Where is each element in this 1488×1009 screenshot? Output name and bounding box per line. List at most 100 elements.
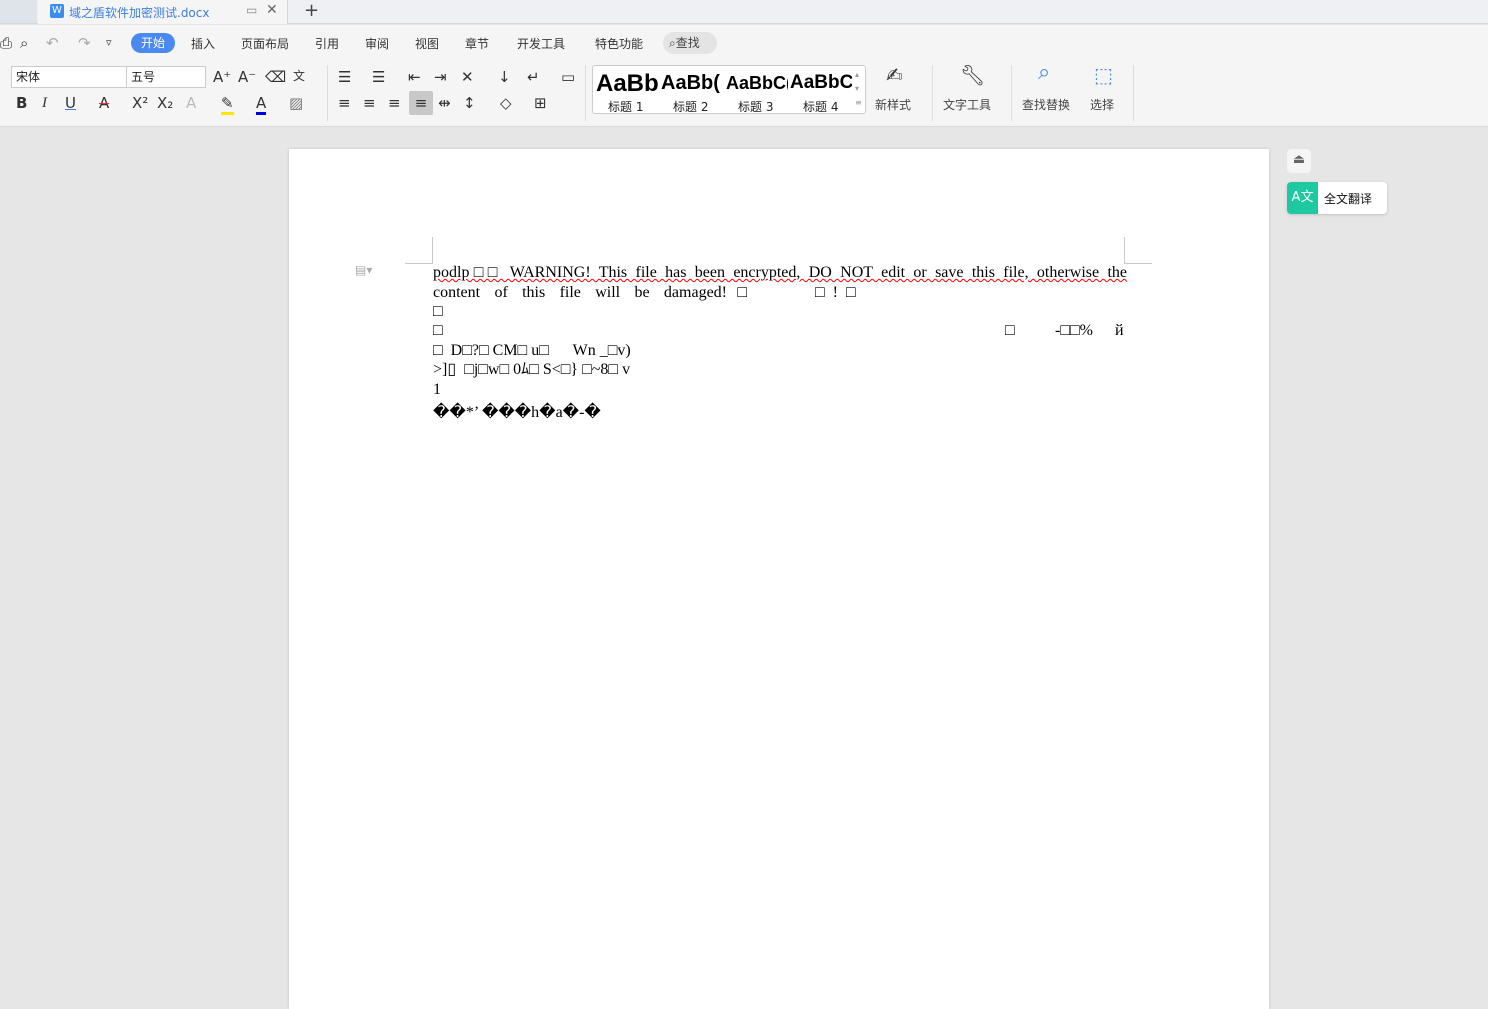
menu-insert[interactable]: 插入 — [191, 35, 215, 52]
redo-icon[interactable]: ↷ — [78, 34, 91, 52]
bold-icon[interactable]: B — [16, 94, 27, 112]
translate-icon: A文 — [1287, 182, 1318, 214]
doc-line-6: >]▯ □j□w□ 0ﾑ□ S<□} □~8□ v — [433, 361, 631, 378]
document-page[interactable]: ▤▾ podlp□□ WARNING! This file has been e… — [289, 149, 1269, 1009]
tab-bar: W 域之盾软件加密测试.docx ▭ ✕ + — [0, 0, 1488, 24]
tab-title: 域之盾软件加密测试.docx — [69, 6, 210, 20]
shrink-font-icon[interactable]: A⁻ — [238, 68, 256, 86]
borders-icon[interactable]: ⊞ — [534, 94, 547, 112]
font-size-select[interactable]: 五号 — [126, 66, 206, 88]
customize-chevron-icon[interactable]: ▿ — [106, 34, 112, 52]
align-left-icon[interactable]: ≡ — [338, 94, 351, 112]
doc-line-1: podlp□□ WARNING! This file has been encr… — [433, 263, 1127, 283]
justify-icon[interactable]: ≡ — [409, 91, 433, 115]
menu-developer[interactable]: 开发工具 — [517, 35, 565, 52]
table-ruler-icon[interactable]: ▭ — [561, 68, 575, 86]
doc-text: podlp□□ WARNING! This file has been encr… — [433, 264, 1127, 281]
find-replace-button[interactable]: 查找替换 — [1022, 96, 1070, 113]
underline-icon[interactable]: U — [65, 94, 76, 112]
menu-features[interactable]: 特色功能 — [595, 35, 643, 52]
doc-line-8: ��*’ ���h�a�-� — [433, 404, 601, 421]
italic-icon[interactable]: I — [42, 94, 47, 112]
select-button[interactable]: 选择 — [1090, 96, 1114, 113]
find-button[interactable]: ⌕查找 — [663, 32, 717, 54]
text-tools-button[interactable]: 文字工具 — [943, 96, 991, 113]
distributed-icon[interactable]: ⇹ — [438, 94, 451, 112]
shading-icon[interactable]: ◇ — [500, 94, 512, 112]
menu-home[interactable]: 开始 — [131, 33, 175, 53]
superscript-icon[interactable]: X² — [132, 94, 148, 112]
char-shading-icon[interactable]: ▨ — [289, 94, 303, 112]
line-spacing-icon[interactable]: ↕ — [463, 94, 476, 112]
align-right-icon[interactable]: ≡ — [388, 94, 401, 112]
wrench-icon[interactable]: 🔧︎ — [960, 65, 985, 85]
style-heading-3-preview[interactable]: AaBbC( — [726, 73, 788, 94]
doc-line-4d: й — [1115, 322, 1124, 339]
style-gallery: AaBb AaBb( AaBbC( AaBbC 标题 1 标题 2 标题 3 标… — [592, 65, 866, 114]
full-translate-button[interactable]: A文 全文翻译 — [1287, 182, 1387, 214]
clear-format-icon[interactable]: ⌫ — [265, 68, 286, 86]
menu-section[interactable]: 章节 — [465, 35, 489, 52]
new-tab-button[interactable]: + — [304, 0, 319, 21]
menu-view[interactable]: 视图 — [415, 35, 439, 52]
word-doc-icon: W — [50, 4, 64, 18]
margin-mark — [405, 237, 433, 264]
doc-line-3: □ — [433, 303, 443, 320]
decrease-indent-icon[interactable]: ⇤ — [408, 68, 421, 86]
select-icon[interactable]: ⬚ — [1094, 65, 1113, 85]
increase-indent-icon[interactable]: ⇥ — [434, 68, 447, 86]
undo-icon[interactable]: ↶ — [46, 34, 59, 52]
doc-line-7: 1 — [433, 381, 441, 398]
grow-font-icon[interactable]: A⁺ — [213, 68, 231, 86]
menu-bar: ⎙ ⌕ ↶ ↷ ▿ 开始 插入 页面布局 引用 审阅 视图 章节 开发工具 特色… — [0, 25, 1488, 61]
style-heading-2-preview[interactable]: AaBb( — [661, 72, 723, 95]
font-name-select[interactable]: 宋体 — [11, 66, 127, 88]
font-color-icon[interactable]: A — [256, 94, 267, 115]
gallery-scroll-icon[interactable]: ▴ ▾ ≡ — [855, 68, 862, 110]
doc-line-4b: □ — [1005, 322, 1015, 339]
doc-line-2: content of this file will be damaged!□ — [433, 284, 747, 301]
new-style-button[interactable]: 新样式 — [875, 96, 911, 113]
menu-page-layout[interactable]: 页面布局 — [241, 35, 289, 52]
divider — [1133, 65, 1134, 121]
pin-icon[interactable]: ▭ — [246, 3, 257, 17]
numbered-list-icon[interactable]: ☰ — [372, 68, 385, 86]
menu-review[interactable]: 审阅 — [365, 35, 389, 52]
style-heading-4-preview[interactable]: AaBbC — [790, 72, 852, 94]
doc-line-5: □ D□?□ CM□ u□ Wn _□v) — [433, 342, 631, 359]
doc-line-2b: □ ! □ — [815, 284, 856, 301]
subscript-icon[interactable]: X₂ — [157, 94, 173, 112]
bullet-list-icon[interactable]: ☰ — [338, 68, 351, 86]
ribbon: 宋体 五号 A⁺ A⁻ ⌫ 文 B I U A X² X₂ A ✎ A ▨ ☰ … — [0, 61, 1488, 127]
divider — [932, 65, 933, 121]
divider — [585, 65, 586, 121]
print-preview-icon[interactable]: ⌕ — [20, 34, 28, 52]
text-effect-icon[interactable]: A — [186, 94, 196, 112]
collapse-panel-icon[interactable]: ⏏ — [1287, 149, 1311, 173]
print-icon[interactable]: ⎙ — [0, 34, 12, 52]
margin-mark — [1124, 237, 1152, 264]
doc-line-4c: -□□% — [1055, 322, 1093, 339]
doc-line-4a: □ — [433, 322, 443, 339]
align-center-icon[interactable]: ≡ — [363, 94, 376, 112]
tab-document[interactable]: W 域之盾软件加密测试.docx ▭ ✕ — [38, 0, 288, 24]
tab-previous[interactable] — [0, 0, 37, 23]
style-heading-4-label[interactable]: 标题 4 — [803, 98, 838, 115]
paragraph-mark-icon[interactable]: ↵ — [527, 68, 540, 86]
chinese-layout-icon[interactable]: ✕ — [461, 68, 474, 86]
style-heading-1-label[interactable]: 标题 1 — [608, 98, 643, 115]
search-icon[interactable]: ⌕ — [1038, 62, 1050, 84]
highlight-icon[interactable]: ✎ — [221, 94, 234, 115]
sort-icon[interactable]: ↓ — [498, 68, 511, 86]
menu-references[interactable]: 引用 — [315, 35, 339, 52]
style-heading-1-preview[interactable]: AaBb — [596, 70, 658, 98]
style-heading-3-label[interactable]: 标题 3 — [738, 98, 773, 115]
new-style-icon[interactable]: ✍ — [886, 65, 903, 85]
translate-label: 全文翻译 — [1324, 192, 1373, 206]
strikethrough-icon[interactable]: A — [99, 94, 109, 112]
close-icon[interactable]: ✕ — [266, 2, 278, 18]
style-heading-2-label[interactable]: 标题 2 — [673, 98, 708, 115]
divider — [327, 65, 328, 121]
phonetic-icon[interactable]: 文 — [293, 67, 305, 85]
paragraph-menu-icon[interactable]: ▤▾ — [355, 263, 372, 277]
